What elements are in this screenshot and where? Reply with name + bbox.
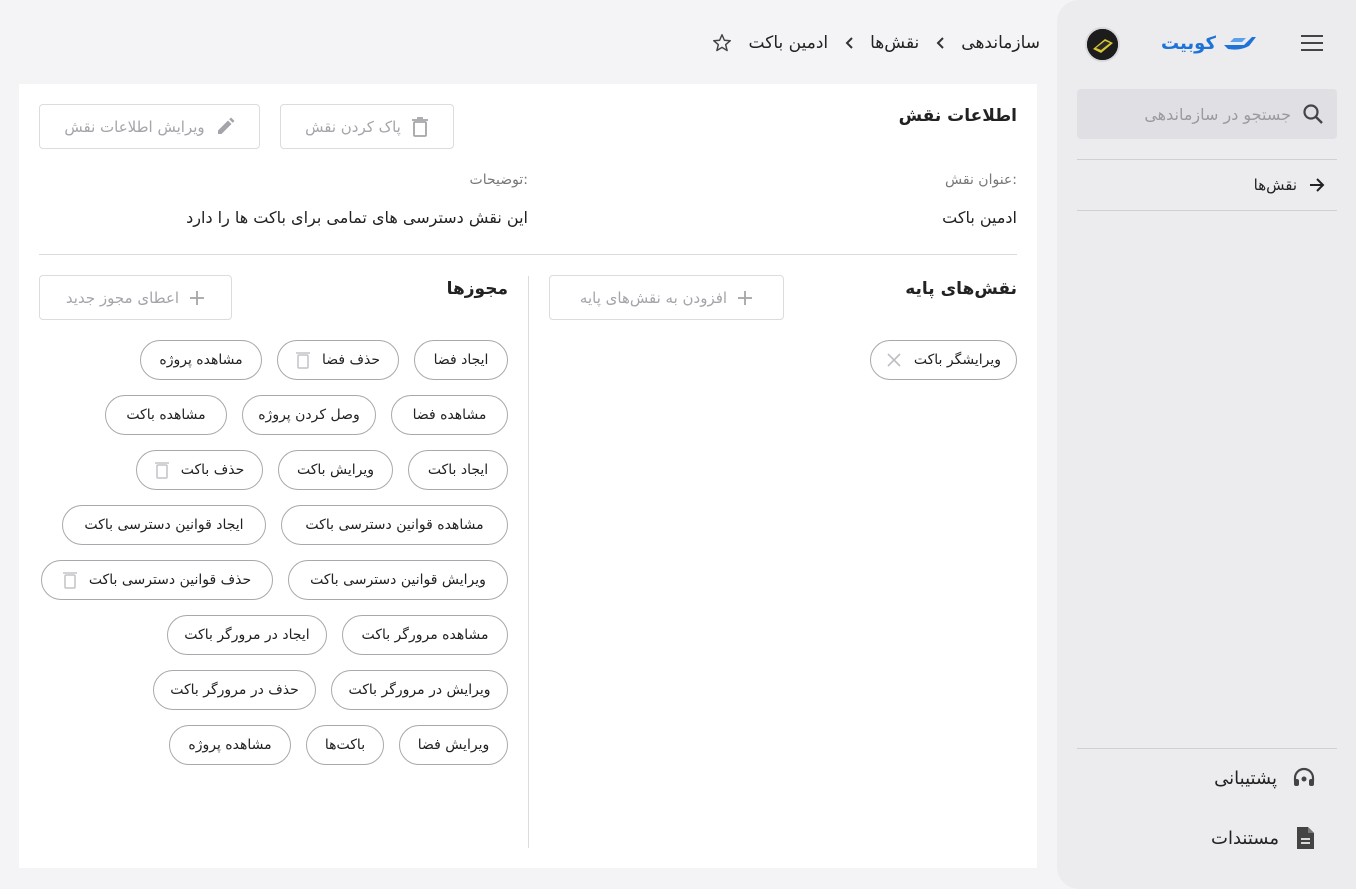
- delete-role-label: پاک کردن نقش: [305, 117, 401, 136]
- permission-chip: ویرایش باکت: [278, 450, 393, 490]
- permission-chip: ویرایش در مرورگر باکت: [331, 670, 508, 710]
- permission-chip-label: ویرایش فضا: [417, 737, 490, 753]
- trash-icon[interactable]: [295, 351, 310, 369]
- sidebar-item-roles[interactable]: نقش‌ها: [1077, 160, 1337, 210]
- permission-chip: مشاهده فضا: [391, 395, 508, 435]
- permission-chip-label: مشاهده مرورگر باکت: [361, 627, 489, 643]
- role-info-card: اطلاعات نقش پاک کردن نقش ویرایش اطلاعات …: [19, 84, 1037, 868]
- support-label: پشتیبانی: [1214, 767, 1277, 789]
- permission-chip-label: ویرایش در مرورگر باکت: [348, 682, 491, 698]
- permission-chip: حذف در مرورگر باکت: [153, 670, 316, 710]
- permission-chip: ایجاد فضا: [414, 340, 508, 380]
- docs-label: مستندات: [1211, 827, 1279, 849]
- permission-chip-label: مشاهده پروژه: [159, 352, 243, 368]
- search-icon: [1303, 104, 1323, 124]
- star-icon[interactable]: [711, 32, 733, 54]
- permission-chip-label: وصل کردن پروژه: [258, 407, 360, 423]
- permission-chip: ایجاد قوانین دسترسی باکت: [62, 505, 266, 545]
- permission-chip: مشاهده باکت: [105, 395, 227, 435]
- permission-chip-label: ویرایش باکت: [296, 462, 375, 478]
- avatar[interactable]: [1085, 27, 1120, 62]
- arrow-right-icon: [1310, 178, 1325, 192]
- divider: [39, 254, 1017, 255]
- trash-icon: [411, 116, 428, 137]
- search-box[interactable]: جستجو در سازماندهی: [1077, 89, 1337, 139]
- menu-icon[interactable]: [1301, 34, 1323, 52]
- permission-chip-label: مشاهده پروژه: [188, 737, 272, 753]
- breadcrumb-item-current: ادمین باکت: [748, 33, 829, 53]
- permission-chip: مشاهده پروژه: [140, 340, 262, 380]
- grant-permission-label: اعطای مجوز جدید: [65, 288, 180, 307]
- add-base-role-button[interactable]: افزودن به نقش‌های پایه: [549, 275, 784, 320]
- plus-icon: [190, 290, 205, 305]
- permission-chip-label: حذف در مرورگر باکت: [170, 682, 299, 698]
- permission-chip-label: ایجاد در مرورگر باکت: [184, 627, 310, 643]
- chevron-left-icon: [936, 37, 944, 49]
- trash-icon[interactable]: [154, 461, 169, 479]
- edit-role-label: ویرایش اطلاعات نقش: [64, 117, 205, 136]
- permission-chip: باکت‌ها: [306, 725, 384, 765]
- brand-logo[interactable]: کوبیت: [1161, 30, 1258, 56]
- permission-chip-label: حذف قوانین دسترسی باکت: [88, 572, 252, 588]
- permission-chip-label: ویرایش قوانین دسترسی باکت: [310, 572, 486, 588]
- plus-icon: [738, 290, 753, 305]
- grant-permission-button[interactable]: اعطای مجوز جدید: [39, 275, 232, 320]
- permission-chip-label: ایجاد فضا: [433, 352, 489, 368]
- edit-role-button[interactable]: ویرایش اطلاعات نقش: [39, 104, 260, 149]
- search-input[interactable]: جستجو در سازماندهی: [1144, 105, 1291, 124]
- permission-chip: ویرایش قوانین دسترسی باکت: [288, 560, 508, 600]
- base-role-chip-label: ویرایشگر باکت: [913, 352, 1001, 368]
- base-roles-title: نقش‌های پایه: [905, 279, 1017, 299]
- delete-role-button[interactable]: پاک کردن نقش: [280, 104, 454, 149]
- permission-chip-label: حذف فضا: [321, 352, 381, 368]
- permission-chip-label: حذف باکت: [180, 462, 245, 478]
- permission-chip: وصل کردن پروژه: [242, 395, 376, 435]
- role-name-label: عنوان نقش:: [945, 172, 1017, 188]
- boat-logo-icon: [1223, 37, 1256, 50]
- close-icon[interactable]: [886, 352, 902, 368]
- role-desc-value: این نقش دسترسی های تمامی برای باکت ها را…: [186, 208, 528, 227]
- add-base-role-label: افزودن به نقش‌های پایه: [579, 288, 728, 307]
- base-role-chip: ویرایشگر باکت: [869, 340, 1017, 380]
- permission-chip: مشاهده مرورگر باکت: [342, 615, 508, 655]
- sidebar: کوبیت جستجو در سازماندهی نقش‌ها پشتیبانی…: [1057, 0, 1356, 889]
- role-desc-label: توضیحات:: [469, 172, 528, 188]
- chevron-left-icon: [845, 37, 853, 49]
- divider: [1077, 210, 1337, 211]
- brand-name: کوبیت: [1161, 32, 1216, 54]
- headset-icon: [1293, 767, 1315, 786]
- document-icon: [1297, 827, 1314, 849]
- support-link[interactable]: پشتیبانی: [1077, 758, 1337, 798]
- breadcrumb: سازماندهی نقش‌ها ادمین باکت: [680, 26, 1040, 60]
- sidebar-item-label: نقش‌ها: [1253, 176, 1297, 194]
- permissions-title: مجوزها: [446, 279, 508, 299]
- breadcrumb-item-org[interactable]: سازماندهی: [961, 33, 1040, 53]
- permission-chip-label: مشاهده قوانین دسترسی باکت: [305, 517, 484, 533]
- permission-chip: حذف باکت: [136, 450, 263, 490]
- card-title: اطلاعات نقش: [898, 106, 1017, 126]
- role-name-value: ادمین باکت: [942, 208, 1017, 227]
- permission-chip-label: مشاهده فضا: [412, 407, 487, 423]
- permission-chip: ویرایش فضا: [399, 725, 508, 765]
- docs-link[interactable]: مستندات: [1077, 818, 1337, 858]
- divider: [528, 276, 529, 848]
- trash-icon[interactable]: [62, 571, 77, 589]
- permission-chip: حذف فضا: [277, 340, 399, 380]
- permission-chip: مشاهده پروژه: [169, 725, 291, 765]
- permission-chip-label: مشاهده باکت: [126, 407, 206, 423]
- divider: [1077, 748, 1337, 749]
- breadcrumb-item-roles[interactable]: نقش‌ها: [870, 33, 919, 53]
- permission-chip: مشاهده قوانین دسترسی باکت: [281, 505, 508, 545]
- pencil-icon: [217, 117, 235, 134]
- permission-chip-label: باکت‌ها: [324, 737, 366, 753]
- permission-chip-label: ایجاد باکت: [427, 462, 489, 478]
- permission-chip: ایجاد باکت: [408, 450, 508, 490]
- permission-chip: ایجاد در مرورگر باکت: [167, 615, 327, 655]
- permission-chip: حذف قوانین دسترسی باکت: [41, 560, 273, 600]
- permission-chip-label: ایجاد قوانین دسترسی باکت: [84, 517, 244, 533]
